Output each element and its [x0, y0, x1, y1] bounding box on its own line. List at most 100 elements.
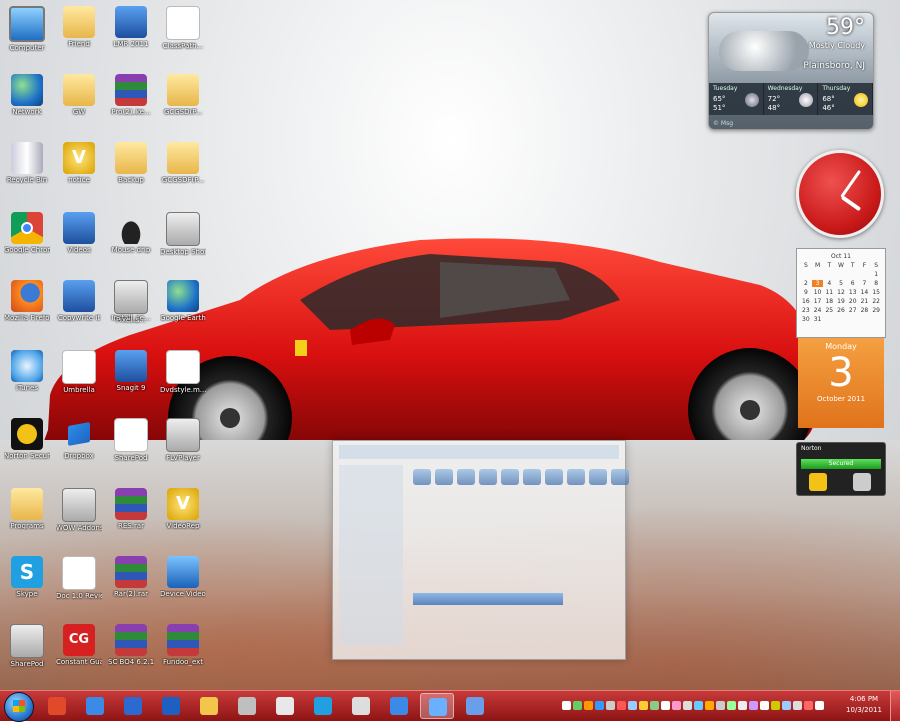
clock-gadget[interactable] — [796, 150, 884, 238]
desktop-icon[interactable]: V VideoRep — [160, 488, 206, 530]
norton-tasks-icon[interactable] — [853, 473, 871, 491]
tray-icon[interactable] — [639, 701, 648, 710]
desktop-icon[interactable]: Rar(2).rar — [108, 556, 154, 598]
desktop-icon[interactable]: Doc 1.0 Review Key — [56, 556, 102, 600]
desktop-icon[interactable]: Network — [4, 74, 50, 116]
desktop-icon[interactable]: SharePod — [4, 624, 50, 668]
desktop-icon[interactable]: GW — [56, 74, 102, 116]
calendar-date[interactable]: 2 — [800, 280, 812, 287]
norton-icon[interactable] — [809, 473, 827, 491]
tray-icon[interactable] — [705, 701, 714, 710]
calendar-date[interactable]: 17 — [812, 298, 824, 305]
desktop-icon[interactable]: SharePod — [108, 418, 154, 462]
calendar-date[interactable]: 10 — [812, 289, 824, 296]
calendar-date[interactable]: 29 — [870, 307, 882, 314]
desktop-icon[interactable]: Backup — [108, 142, 154, 184]
calendar-date[interactable]: 20 — [847, 298, 859, 305]
calendar-date[interactable]: 27 — [847, 307, 859, 314]
desktop-icon[interactable]: ClassPath... — [160, 6, 206, 50]
calendar-date[interactable]: 11 — [823, 289, 835, 296]
window-preview[interactable] — [332, 440, 629, 660]
desktop-icon[interactable]: Fundoo_ext — [160, 624, 206, 666]
tray-icon[interactable] — [562, 701, 571, 710]
desktop-icon[interactable]: S Skype — [4, 556, 50, 598]
calendar-date[interactable]: 24 — [812, 307, 824, 314]
calendar-date[interactable]: 26 — [835, 307, 847, 314]
calendar-date[interactable]: 16 — [800, 298, 812, 305]
taskbar-clock[interactable]: 4:06 PM 10/3/2011 — [840, 694, 888, 716]
calendar-date[interactable]: 25 — [823, 307, 835, 314]
tray-icon[interactable] — [738, 701, 747, 710]
desktop-icon[interactable]: Umbrella — [56, 350, 102, 394]
tray-icon[interactable] — [617, 701, 626, 710]
taskbar-button[interactable] — [458, 693, 492, 719]
tray-icon[interactable] — [727, 701, 736, 710]
desktop-icon[interactable]: Pro(2)_ke... — [108, 74, 154, 116]
desktop-icon[interactable]: Snagit 9 — [108, 350, 154, 392]
tray-icon[interactable] — [694, 701, 703, 710]
tray-icon[interactable] — [606, 701, 615, 710]
desktop-icon[interactable]: iTunes — [4, 350, 50, 392]
tray-icon[interactable] — [782, 701, 791, 710]
tray-icon[interactable] — [595, 701, 604, 710]
calendar-date[interactable]: 14 — [859, 289, 871, 296]
tray-icon[interactable] — [716, 701, 725, 710]
tray-icon[interactable] — [793, 701, 802, 710]
taskbar-button[interactable] — [230, 693, 264, 719]
tray-icon[interactable] — [672, 701, 681, 710]
desktop-icon[interactable]: Norton Security Suite — [4, 418, 50, 460]
tray-icon[interactable] — [760, 701, 769, 710]
calendar-date[interactable]: 31 — [812, 316, 824, 323]
calendar-date[interactable]: 5 — [835, 280, 847, 287]
desktop-icon[interactable]: GCGSD(P... — [160, 74, 206, 116]
desktop-icon[interactable]: RES.rar — [108, 488, 154, 530]
desktop-icon[interactable]: GCGSDF(P... — [160, 142, 206, 184]
taskbar-button[interactable] — [78, 693, 112, 719]
taskbar-button[interactable] — [268, 693, 302, 719]
desktop-icon[interactable]: Vnotice — [56, 142, 102, 184]
calendar-date[interactable]: 3 — [811, 280, 824, 287]
start-button[interactable] — [4, 692, 34, 722]
desktop-icon[interactable]: Mozilla Firefox — [4, 280, 50, 322]
calendar-date[interactable]: 28 — [859, 307, 871, 314]
desktop-icon[interactable]: SC BO4 6.2.1 — [108, 624, 154, 666]
desktop-icon[interactable]: Google Earth — [160, 280, 206, 322]
desktop-icon[interactable]: LMR 2011 — [108, 6, 154, 48]
calendar-date[interactable]: 1 — [870, 271, 882, 278]
taskbar-button[interactable] — [382, 693, 416, 719]
calendar-date[interactable]: 6 — [847, 280, 859, 287]
desktop-icon[interactable]: Videos — [56, 212, 102, 254]
desktop-icon[interactable]: WOW Addons (2) — [56, 488, 102, 532]
tray-icon[interactable] — [628, 701, 637, 710]
taskbar-button[interactable] — [116, 693, 150, 719]
desktop-icon[interactable]: Desktop Shortcut — [160, 212, 206, 256]
calendar-date[interactable]: 30 — [800, 316, 812, 323]
taskbar-button[interactable] — [192, 693, 226, 719]
calendar-gadget[interactable]: Oct 11 S M T W T F S 1 2 3 4 5 6 7 8 9 10 11 12 13 14 15 16 17 1… — [796, 248, 886, 430]
show-desktop-button[interactable] — [890, 691, 900, 721]
calendar-date[interactable]: 7 — [859, 280, 871, 287]
taskbar-button[interactable] — [344, 693, 378, 719]
calendar-date[interactable]: 18 — [823, 298, 835, 305]
desktop-icon[interactable]: Device Video Capture Kit — [160, 556, 206, 598]
tray-icon[interactable] — [573, 701, 582, 710]
calendar-date[interactable]: 9 — [800, 289, 812, 296]
tray-icon[interactable] — [661, 701, 670, 710]
desktop-icon[interactable]: Dropbox — [56, 418, 102, 460]
norton-gadget[interactable]: Norton Secured — [796, 442, 886, 496]
desktop-icon[interactable]: Google Chrome — [4, 212, 50, 254]
desktop-icon[interactable]: Mouse drip — [108, 212, 154, 254]
calendar-date[interactable]: 15 — [870, 289, 882, 296]
calendar-date[interactable]: 21 — [859, 298, 871, 305]
calendar-date[interactable]: 8 — [870, 280, 882, 287]
taskbar-button[interactable] — [420, 693, 454, 719]
desktop-icon[interactable]: FLVPlayer — [160, 418, 206, 462]
desktop-icon[interactable]: Dvdstyle.m... — [160, 350, 206, 394]
weather-gadget[interactable]: 59° Mostly Cloudy Plainsboro, NJ Tuesday… — [708, 12, 874, 130]
calendar-date[interactable]: 23 — [800, 307, 812, 314]
taskbar-button[interactable] — [154, 693, 188, 719]
calendar-date[interactable]: 19 — [835, 298, 847, 305]
tray-icon[interactable] — [749, 701, 758, 710]
tray-icon[interactable] — [804, 701, 813, 710]
desktop-icon[interactable]: Copywrite it — [56, 280, 102, 322]
